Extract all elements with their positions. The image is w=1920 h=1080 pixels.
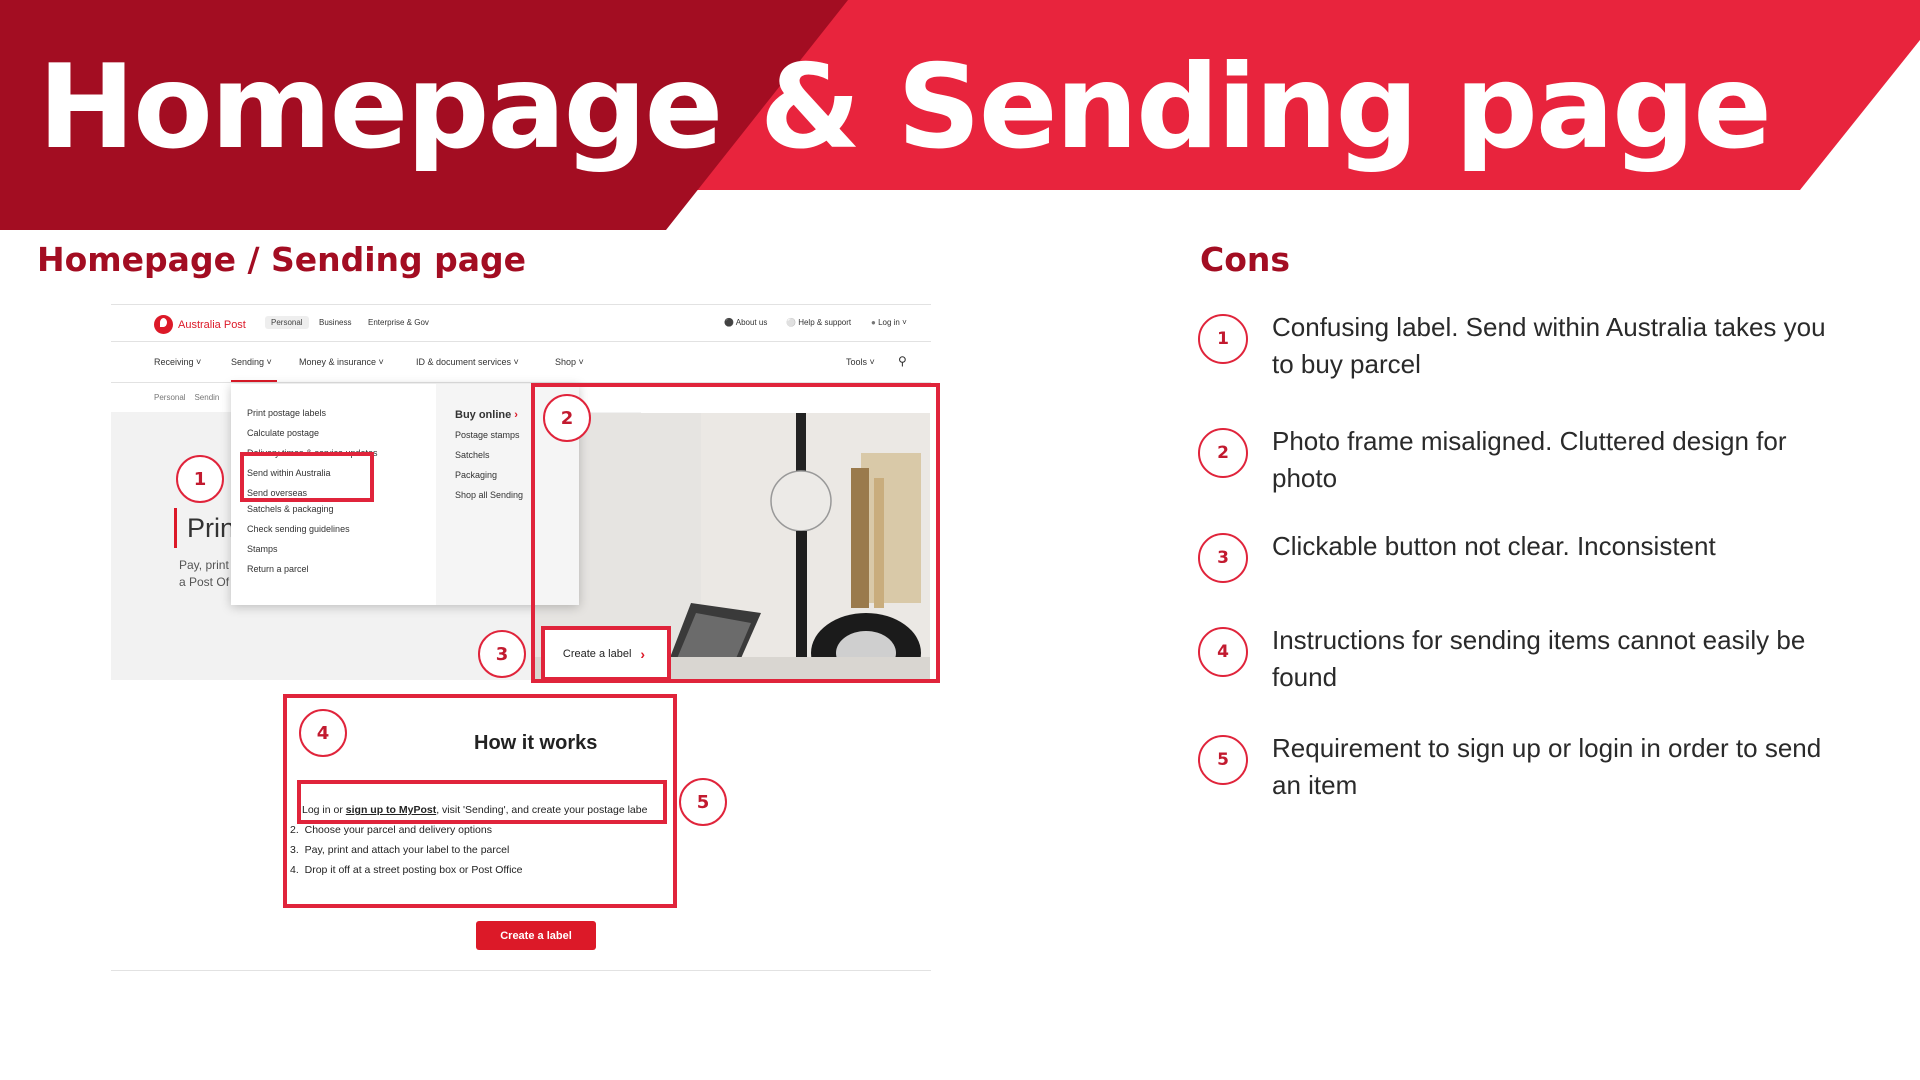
nav-sending[interactable]: Sending ˅ (231, 357, 272, 367)
menu-item-packaging[interactable]: Packaging (455, 470, 497, 480)
nav-tools[interactable]: Tools ˅ (846, 357, 875, 367)
con-text: Clickable button not clear. Inconsistent (1272, 531, 1716, 561)
con-number: 2 (1198, 428, 1248, 478)
top-divider (111, 304, 931, 305)
menu-item-stamps[interactable]: Stamps (247, 544, 278, 554)
nav-id-documents[interactable]: ID & document services ˅ (416, 357, 519, 367)
create-label-button[interactable]: Create a label (476, 921, 596, 950)
annotation-marker-4: 4 (299, 709, 347, 757)
con-text: Photo frame misaligned. Cluttered design… (1272, 426, 1787, 493)
annotation-marker-2: 2 (543, 394, 591, 442)
nav-receiving[interactable]: Receiving ˅ (154, 357, 201, 367)
buy-online-label: Buy online (455, 409, 512, 421)
bottom-divider (111, 970, 931, 971)
menu-item-return-parcel[interactable]: Return a parcel (247, 564, 309, 574)
menu-item-postage-stamps[interactable]: Postage stamps (455, 430, 520, 440)
about-label: About us (735, 318, 768, 327)
con-text: Confusing label. Send within Australia t… (1272, 312, 1826, 379)
help-icon: ⚪ (786, 318, 796, 327)
menu-item-print-labels[interactable]: Print postage labels (247, 408, 326, 418)
breadcrumb-sending[interactable]: Sendin (194, 393, 219, 402)
post-logo-icon (154, 315, 173, 334)
australia-post-logo[interactable]: Australia Post (154, 315, 246, 334)
menu-item-shop-all-sending[interactable]: Shop all Sending (455, 490, 523, 500)
menu-buy-online-title[interactable]: Buy online › (455, 409, 518, 421)
search-icon[interactable]: ⚲ (898, 354, 907, 368)
menu-item-sending-guidelines[interactable]: Check sending guidelines (247, 524, 350, 534)
tab-enterprise[interactable]: Enterprise & Gov (368, 318, 429, 327)
nav-label: ID & document services (416, 357, 512, 367)
slide-title: Homepage & Sending page (38, 40, 1772, 175)
nav-label: Sending (231, 357, 265, 367)
annotation-marker-1: 1 (176, 455, 224, 503)
annotation-marker-5: 5 (679, 778, 727, 826)
con-text: Requirement to sign up or login in order… (1272, 733, 1822, 800)
login-label: Log in (878, 318, 900, 327)
user-icon: ● (871, 318, 876, 327)
title-banner: Homepage & Sending page (0, 0, 1920, 230)
section-subtitle: Homepage / Sending page (37, 240, 527, 279)
con-number: 3 (1198, 533, 1248, 583)
login-link[interactable]: ● Log in ˅ (871, 318, 907, 327)
chevron-right-icon: › (514, 409, 518, 421)
tab-personal[interactable]: Personal (265, 316, 309, 329)
tools-label: Tools (846, 357, 868, 367)
logo-text: Australia Post (178, 318, 246, 331)
con-number: 1 (1198, 314, 1248, 364)
menu-item-calculate-postage[interactable]: Calculate postage (247, 428, 319, 438)
nav-shop[interactable]: Shop ˅ (555, 357, 584, 367)
hero-text-line: a Post Of (179, 575, 230, 589)
nav-money[interactable]: Money & insurance ˅ (299, 357, 384, 367)
annotation-box-5 (297, 780, 667, 824)
hero-text-line: Pay, print (179, 558, 229, 572)
help-link[interactable]: ⚪ Help & support (786, 318, 851, 327)
breadcrumb: Personal Sendin (154, 393, 219, 402)
con-text: Instructions for sending items cannot ea… (1272, 625, 1806, 692)
tab-business[interactable]: Business (319, 318, 351, 327)
about-link[interactable]: ⚫ About us (724, 318, 767, 327)
annotation-box-3 (541, 626, 671, 681)
help-label: Help & support (798, 318, 852, 327)
header-divider (111, 341, 931, 342)
con-number: 4 (1198, 627, 1248, 677)
nav-label: Receiving (154, 357, 194, 367)
breadcrumb-personal[interactable]: Personal (154, 393, 186, 402)
menu-item-satchels[interactable]: Satchels (455, 450, 490, 460)
hero-text: Pay, print a Post Of (179, 557, 229, 591)
nav-label: Money & insurance (299, 357, 377, 367)
nav-label: Shop (555, 357, 577, 367)
website-screenshot: Australia Post Personal Business Enterpr… (111, 304, 940, 974)
cons-heading: Cons (1200, 240, 1291, 279)
menu-item-satchels-packaging[interactable]: Satchels & packaging (247, 504, 334, 514)
chevron-down-icon: ˅ (902, 318, 907, 327)
con-number: 5 (1198, 735, 1248, 785)
annotation-box-1 (240, 452, 374, 502)
car-icon: ⚫ (724, 318, 734, 327)
annotation-marker-3: 3 (478, 630, 526, 678)
